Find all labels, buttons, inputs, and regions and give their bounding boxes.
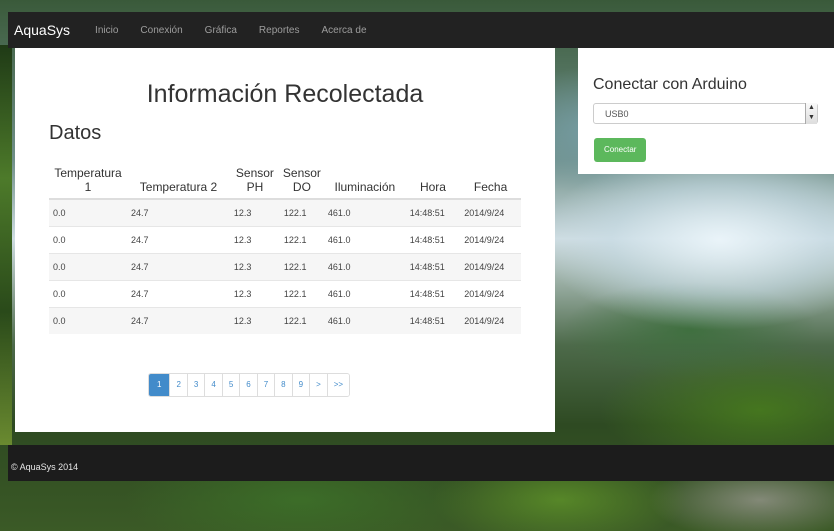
- page-link-3[interactable]: 3: [186, 374, 205, 396]
- page-link-8[interactable]: 8: [274, 374, 292, 396]
- page-title: Información Recolectada: [146, 80, 424, 108]
- table-cell: 122.1: [279, 307, 324, 334]
- table-cell: 14:48:51: [405, 280, 461, 308]
- table-cell: 2014/9/24: [460, 253, 521, 281]
- footer-copyright: © AquaSys 2014: [11, 462, 79, 472]
- table-row: 0.0 24.7 12.3 122.1 461.0 14:48:51 2014/…: [49, 226, 521, 254]
- table-cell: 12.3: [229, 198, 280, 227]
- select-arrows-icon[interactable]: ▲ ▼: [805, 103, 817, 124]
- port-select-value: USB0: [605, 109, 629, 119]
- port-select[interactable]: USB0 ▲ ▼: [593, 103, 818, 124]
- table-cell: 24.7: [127, 307, 230, 334]
- table-cell: 12.3: [229, 307, 280, 334]
- page-link-4[interactable]: 4: [204, 374, 222, 396]
- column-header: Sensor DO: [279, 160, 324, 200]
- page-next-link[interactable]: >: [309, 374, 327, 396]
- table-cell: 24.7: [127, 226, 230, 254]
- table-row: 0.0 24.7 12.3 122.1 461.0 14:48:51 2014/…: [49, 307, 521, 334]
- table-cell: 14:48:51: [405, 226, 461, 254]
- page-link-6[interactable]: 6: [239, 374, 257, 396]
- table-cell: 2014/9/24: [460, 198, 521, 227]
- table-cell: 24.7: [127, 280, 230, 308]
- table-cell: 14:48:51: [405, 198, 461, 227]
- footer: © AquaSys 2014: [8, 445, 834, 481]
- connect-title: Conectar con Arduino: [593, 76, 747, 93]
- table-cell: 2014/9/24: [460, 307, 521, 334]
- data-table: Temperatura 1 Temperatura 2 Sensor PH Se…: [49, 160, 521, 334]
- table-cell: 12.3: [229, 253, 280, 281]
- table-cell: 12.3: [229, 280, 280, 308]
- table-cell: 14:48:51: [405, 307, 461, 334]
- table-cell: 0.0: [49, 226, 127, 254]
- column-header: Temperatura 1: [49, 160, 127, 200]
- table-cell: 0.0: [49, 307, 127, 334]
- column-header: Hora: [405, 160, 461, 200]
- column-header: Fecha: [460, 160, 521, 200]
- table-cell: 12.3: [229, 226, 280, 254]
- table-row: 0.0 24.7 12.3 122.1 461.0 14:48:51 2014/…: [49, 280, 521, 308]
- brand-link[interactable]: AquaSys: [8, 22, 84, 38]
- data-panel: Información Recolectada Datos Temperatur…: [15, 48, 555, 432]
- nav-item-conexion[interactable]: Conexión: [129, 25, 193, 36]
- page-last-link[interactable]: >>: [326, 374, 350, 396]
- pagination: 1 2 3 4 5 6 7 8 9 > >>: [148, 373, 351, 397]
- table-row: 0.0 24.7 12.3 122.1 461.0 14:48:51 2014/…: [49, 253, 521, 281]
- table-cell: 0.0: [49, 198, 127, 227]
- table-cell: 0.0: [49, 280, 127, 308]
- column-header: Iluminación: [323, 160, 406, 200]
- table-cell: 461.0: [323, 307, 406, 334]
- table-cell: 461.0: [323, 253, 406, 281]
- background-plant: [0, 45, 12, 445]
- arduino-connect-panel: Conectar con Arduino USB0 ▲ ▼ Conectar: [578, 48, 834, 174]
- column-header: Temperatura 2: [127, 160, 230, 200]
- table-cell: 461.0: [323, 198, 406, 227]
- table-cell: 122.1: [279, 198, 324, 227]
- nav-item-inicio[interactable]: Inicio: [84, 25, 129, 36]
- table-cell: 122.1: [279, 226, 324, 254]
- column-header: Sensor PH: [229, 160, 280, 200]
- table-cell: 14:48:51: [405, 253, 461, 281]
- table-row: 0.0 24.7 12.3 122.1 461.0 14:48:51 2014/…: [49, 198, 521, 227]
- section-title: Datos: [49, 122, 102, 144]
- table-cell: 2014/9/24: [460, 226, 521, 254]
- table-cell: 0.0: [49, 253, 127, 281]
- table-header-row: Temperatura 1 Temperatura 2 Sensor PH Se…: [49, 160, 521, 200]
- table-cell: 24.7: [127, 253, 230, 281]
- table-cell: 461.0: [323, 226, 406, 254]
- table-cell: 122.1: [279, 280, 324, 308]
- table-cell: 122.1: [279, 253, 324, 281]
- page-link-7[interactable]: 7: [256, 374, 275, 396]
- table-cell: 24.7: [127, 198, 230, 227]
- page-link-2[interactable]: 2: [169, 374, 187, 396]
- nav-item-grafica[interactable]: Gráfica: [194, 25, 248, 36]
- table-cell: 2014/9/24: [460, 280, 521, 308]
- nav-item-acerca-de[interactable]: Acerca de: [310, 25, 377, 36]
- page-link-9[interactable]: 9: [291, 374, 310, 396]
- table-cell: 461.0: [323, 280, 406, 308]
- nav-item-reportes[interactable]: Reportes: [248, 25, 311, 36]
- navbar: AquaSys Inicio Conexión Gráfica Reportes…: [8, 12, 834, 48]
- connect-button[interactable]: Conectar: [594, 138, 647, 162]
- page-link-1[interactable]: 1: [149, 374, 170, 396]
- page-link-5[interactable]: 5: [221, 374, 240, 396]
